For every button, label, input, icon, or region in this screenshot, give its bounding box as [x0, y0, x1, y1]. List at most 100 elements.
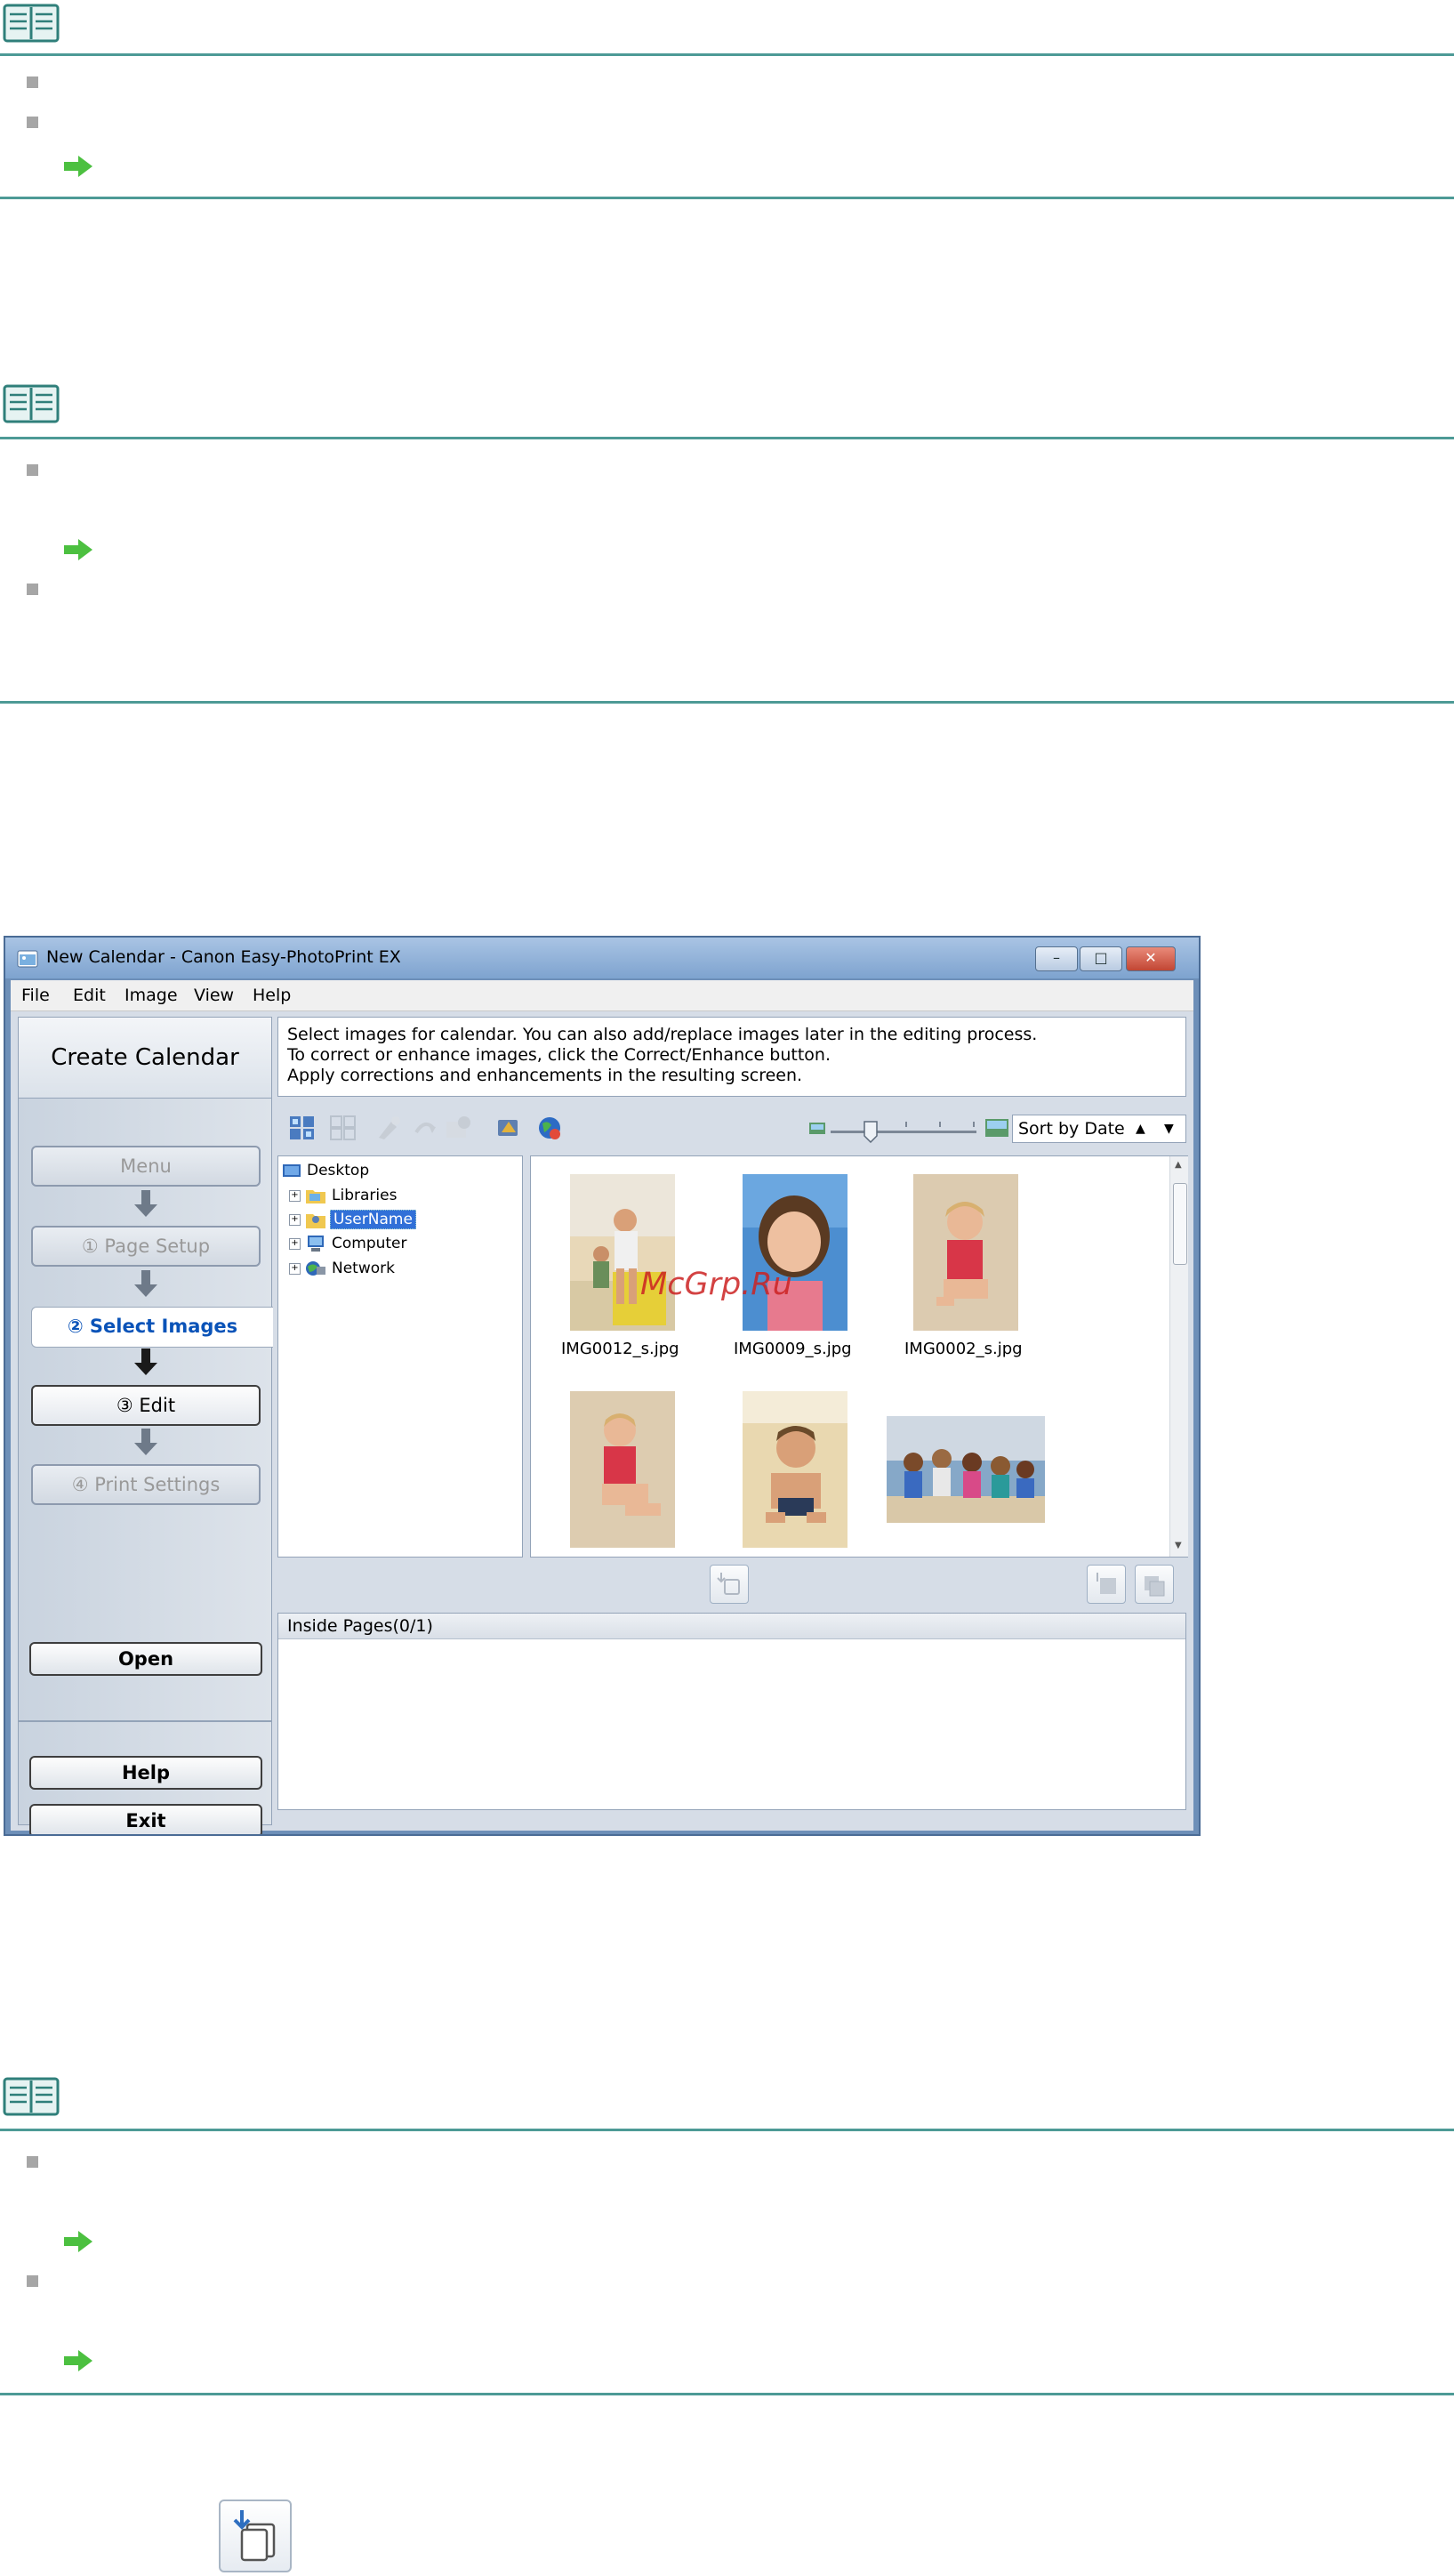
- bullet-square: [27, 584, 38, 595]
- folder-tree: Desktop + Libraries + UserName + Compute…: [277, 1155, 523, 1558]
- down-arrow-icon: [134, 1270, 157, 1297]
- thumbnail-filename: IMG0002_s.jpg: [904, 1340, 1023, 1358]
- note-top-rule: [0, 2129, 1454, 2131]
- reference-arrow-icon[interactable]: [62, 538, 94, 561]
- menu-image[interactable]: Image: [125, 986, 178, 1005]
- tree-label: Libraries: [332, 1187, 398, 1204]
- select-images-step-button[interactable]: ② Select Images: [31, 1307, 273, 1348]
- tree-label: Computer: [332, 1235, 407, 1252]
- note-bottom-rule: [0, 2393, 1454, 2395]
- watermark-text: McGrp.Ru: [640, 1267, 792, 1302]
- small-thumbnail-icon[interactable]: [807, 1118, 827, 1138]
- add-image-button-illustration[interactable]: [219, 2500, 292, 2572]
- correct-enhance-icon[interactable]: [375, 1115, 404, 1141]
- thumbnail-size-slider[interactable]: [829, 1120, 980, 1143]
- note-book-icon: [3, 2077, 60, 2116]
- scroll-down-icon[interactable]: ▼: [1175, 1541, 1182, 1550]
- expand-icon[interactable]: +: [289, 1263, 301, 1275]
- thumbnail-filename: IMG0009_s.jpg: [734, 1340, 852, 1358]
- desktop-icon: [283, 1164, 301, 1177]
- down-arrow-icon: [134, 1348, 157, 1375]
- down-arrow-icon: [134, 1190, 157, 1217]
- instruction-line: To correct or enhance images, click the …: [287, 1045, 831, 1065]
- remove-image-button[interactable]: [1135, 1565, 1174, 1604]
- add-image-icon: [233, 2510, 276, 2562]
- menu-edit[interactable]: Edit: [73, 986, 106, 1005]
- solution-menu-icon[interactable]: [494, 1115, 523, 1141]
- add-image-button[interactable]: [710, 1565, 749, 1604]
- minimize-button[interactable]: –: [1035, 946, 1078, 971]
- app-window: New Calendar - Canon Easy-PhotoPrint EX …: [4, 936, 1201, 1836]
- pane-divider: [19, 1720, 271, 1722]
- menu-bar: File Edit Image View Help: [11, 980, 1193, 1011]
- note-book-icon: [3, 384, 60, 423]
- photo-thumbnail[interactable]: [887, 1416, 1045, 1523]
- reference-arrow-icon[interactable]: [62, 2349, 94, 2372]
- sort-ascending-icon: ▲: [1136, 1122, 1145, 1136]
- libraries-folder-icon: [306, 1190, 325, 1203]
- instruction-box: Select images for calendar. You can also…: [277, 1017, 1186, 1097]
- print-settings-step-button[interactable]: ④ Print Settings: [31, 1464, 261, 1505]
- select-all-icon[interactable]: [288, 1115, 317, 1141]
- bullet-square: [27, 2275, 38, 2287]
- down-arrow-icon: [134, 1429, 157, 1455]
- scroll-up-icon[interactable]: ▲: [1175, 1160, 1182, 1170]
- expand-icon[interactable]: +: [289, 1190, 301, 1202]
- add-image-icon: [717, 1573, 740, 1595]
- large-thumbnail-icon[interactable]: [984, 1116, 1010, 1139]
- window-client: Create Calendar Menu ① Page Setup ② Sele…: [11, 1011, 1193, 1834]
- edit-step-button[interactable]: ③ Edit: [31, 1385, 261, 1426]
- photo-thumbnail[interactable]: [743, 1174, 847, 1331]
- thumbnail-area: IMG0012_s.jpg IMG0009_s.jpg IMG0002_s.jp…: [530, 1155, 1188, 1558]
- help-button[interactable]: Help: [29, 1756, 262, 1790]
- close-button[interactable]: ✕: [1126, 946, 1176, 971]
- note-book-icon: [3, 4, 60, 43]
- expand-icon[interactable]: +: [289, 1238, 301, 1250]
- app-icon: [17, 950, 38, 968]
- open-button[interactable]: Open: [29, 1642, 262, 1676]
- move-image-button[interactable]: [1087, 1565, 1126, 1604]
- menu-help[interactable]: Help: [253, 986, 291, 1005]
- sort-dropdown[interactable]: Sort by Date ▲ ▼: [1012, 1115, 1186, 1143]
- network-icon: [306, 1261, 325, 1276]
- image-info-icon[interactable]: [445, 1115, 473, 1141]
- photo-thumbnail[interactable]: [570, 1174, 675, 1331]
- sort-label: Sort by Date: [1018, 1119, 1125, 1139]
- photo-thumbnail[interactable]: [570, 1391, 675, 1548]
- web-globe-icon[interactable]: [535, 1115, 564, 1141]
- maximize-button[interactable]: □: [1080, 946, 1122, 971]
- inside-pages-panel: Inside Pages(0/1): [277, 1613, 1186, 1810]
- rotate-icon[interactable]: [411, 1115, 439, 1141]
- tree-label: UserName: [330, 1210, 416, 1229]
- slider-thumb[interactable]: [863, 1120, 879, 1143]
- menu-file[interactable]: File: [21, 986, 50, 1005]
- reference-arrow-icon[interactable]: [62, 2230, 94, 2253]
- bullet-square: [27, 2156, 38, 2168]
- page-setup-step-button[interactable]: ① Page Setup: [31, 1226, 261, 1267]
- thumbnail-filename: IMG0012_s.jpg: [561, 1340, 679, 1358]
- step-navigation-pane: Create Calendar Menu ① Page Setup ② Sele…: [18, 1017, 273, 1834]
- menu-view[interactable]: View: [194, 986, 234, 1005]
- note-bottom-rule: [0, 197, 1454, 199]
- reference-arrow-icon[interactable]: [62, 155, 94, 178]
- bullet-square: [27, 76, 38, 88]
- chevron-down-icon: ▼: [1164, 1122, 1174, 1136]
- expand-icon[interactable]: +: [289, 1214, 301, 1226]
- remove-image-icon: [1145, 1576, 1165, 1597]
- create-calendar-title: Create Calendar: [19, 1018, 271, 1099]
- note-bottom-rule: [0, 701, 1454, 704]
- photo-thumbnail[interactable]: [913, 1174, 1018, 1331]
- vertical-scrollbar[interactable]: ▲ ▼: [1169, 1156, 1188, 1557]
- inside-pages-header: Inside Pages(0/1): [278, 1614, 1185, 1639]
- computer-icon: [308, 1236, 324, 1252]
- instruction-line: Apply corrections and enhancements in th…: [287, 1066, 803, 1085]
- exit-button[interactable]: Exit: [29, 1804, 262, 1834]
- menu-step-button[interactable]: Menu: [31, 1146, 261, 1187]
- deselect-all-icon[interactable]: [329, 1115, 357, 1141]
- note-top-rule: [0, 437, 1454, 439]
- move-image-icon: [1097, 1573, 1116, 1594]
- title-bar[interactable]: New Calendar - Canon Easy-PhotoPrint EX …: [5, 938, 1199, 978]
- user-folder-icon: [306, 1214, 325, 1228]
- photo-thumbnail[interactable]: [743, 1391, 847, 1548]
- scroll-thumb[interactable]: [1173, 1183, 1187, 1265]
